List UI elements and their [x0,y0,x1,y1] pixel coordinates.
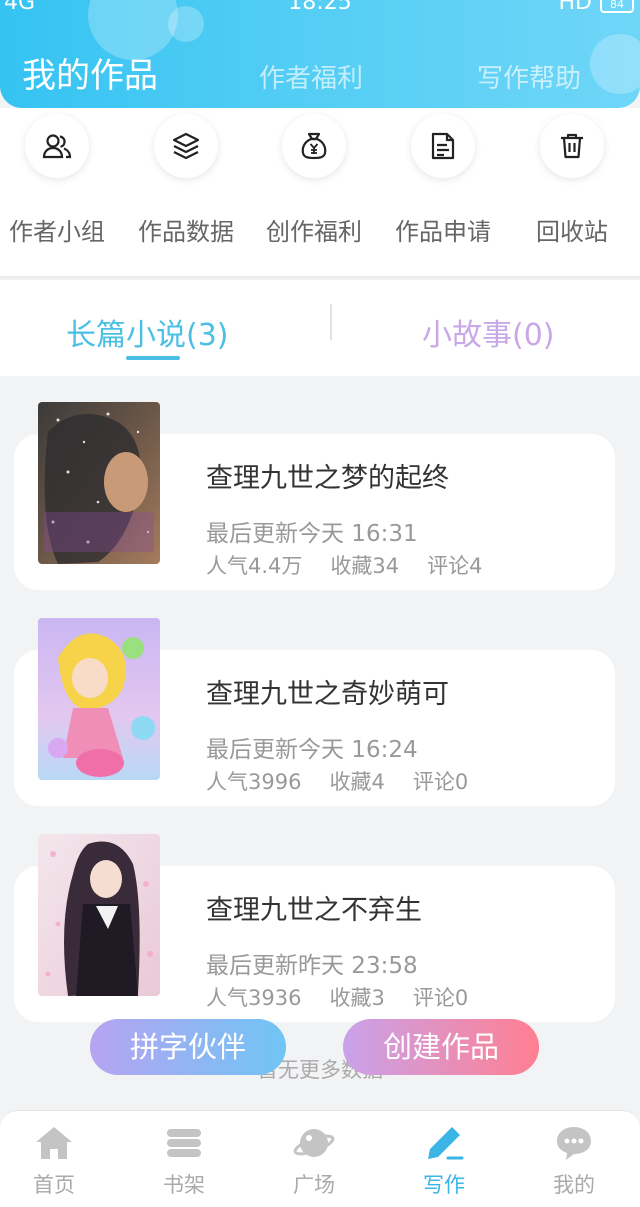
document-icon [411,114,475,178]
home-icon [32,1123,76,1163]
work-title: 查理九世之不弃生 [206,895,422,926]
action-label: 作品数据 [138,218,234,246]
work-type-tabs: 长篇小说(3) 小故事(0) [0,280,640,376]
trash-icon [540,114,604,178]
layers-icon [154,114,218,178]
action-work-data[interactable]: 作品数据 [122,114,250,247]
work-popularity: 人气3936 [206,986,302,1010]
word-partner-button[interactable]: 拼字伙伴 [90,1019,286,1075]
planet-icon [292,1123,336,1163]
action-work-application[interactable]: 作品申请 [379,114,507,247]
tab-long-novels[interactable]: 长篇小说(3) [66,310,229,354]
action-label: 作品申请 [395,218,491,246]
work-stats: 人气3996 收藏4 评论0 [206,766,468,796]
work-updated: 最后更新今天 16:31 [206,521,418,547]
bookshelf-icon [162,1123,206,1163]
nav-label: 书架 [163,1173,205,1197]
tab-writing-help[interactable]: 写作帮助 [477,58,581,95]
bottom-nav: 首页 书架 广场 写作 我的 [0,1110,640,1207]
work-popularity: 人气4.4万 [206,554,303,578]
work-favorites: 收藏3 [329,986,385,1010]
work-popularity: 人气3996 [206,770,302,794]
status-right: HD 84 [559,0,634,15]
active-tab-indicator [126,356,180,360]
nav-mine[interactable]: 我的 [524,1123,624,1199]
work-comments: 评论0 [412,986,469,1010]
status-bar: 4G 18:25 HD 84 [0,0,640,15]
quick-actions: 作者小组 作品数据 创作福利 作品申请 回收站 [0,108,640,278]
work-stats: 人气3936 收藏3 评论0 [206,982,468,1012]
tab-short-stories[interactable]: 小故事(0) [422,310,555,354]
tab-divider [330,304,332,340]
nav-label: 我的 [553,1173,595,1197]
battery-icon: 84 [600,0,634,13]
work-cover-image[interactable] [38,618,160,780]
status-time: 18:25 [288,0,352,15]
work-favorites: 收藏4 [329,770,385,794]
work-updated: 最后更新今天 16:24 [206,737,418,763]
decor-bubble [590,34,640,94]
action-label: 作者小组 [9,218,105,246]
work-stats: 人气4.4万 收藏34 评论4 [206,550,483,580]
work-favorites: 收藏34 [330,554,400,578]
nav-write[interactable]: 写作 [394,1123,494,1199]
nav-plaza[interactable]: 广场 [264,1123,364,1199]
action-author-group[interactable]: 作者小组 [0,114,121,247]
create-work-button[interactable]: 创建作品 [343,1019,539,1075]
action-label: 创作福利 [266,218,362,246]
hd-indicator: HD [558,0,592,15]
nav-label: 广场 [293,1173,335,1197]
tab-my-works[interactable]: 我的作品 [22,48,158,97]
action-recycle-bin[interactable]: 回收站 [508,114,636,247]
chat-bubble-icon [552,1123,596,1163]
nav-label: 写作 [423,1173,465,1197]
tab-author-benefits[interactable]: 作者福利 [259,58,363,95]
work-title: 查理九世之奇妙萌可 [206,679,449,710]
nav-label: 首页 [33,1173,75,1197]
work-comments: 评论4 [427,554,483,578]
action-creation-benefits[interactable]: 创作福利 [250,114,378,247]
header-bar: 4G 18:25 HD 84 我的作品 作者福利 写作帮助 [0,0,640,108]
people-icon [25,114,89,178]
action-label: 回收站 [536,218,608,246]
work-title: 查理九世之梦的起终 [206,463,449,494]
nav-bookshelf[interactable]: 书架 [134,1123,234,1199]
nav-home[interactable]: 首页 [4,1123,104,1199]
work-cover-image[interactable] [38,402,160,564]
work-updated: 最后更新昨天 23:58 [206,953,418,979]
work-comments: 评论0 [412,770,469,794]
pen-icon [422,1123,466,1163]
work-cover-image[interactable] [38,834,160,996]
money-bag-icon [282,114,346,178]
